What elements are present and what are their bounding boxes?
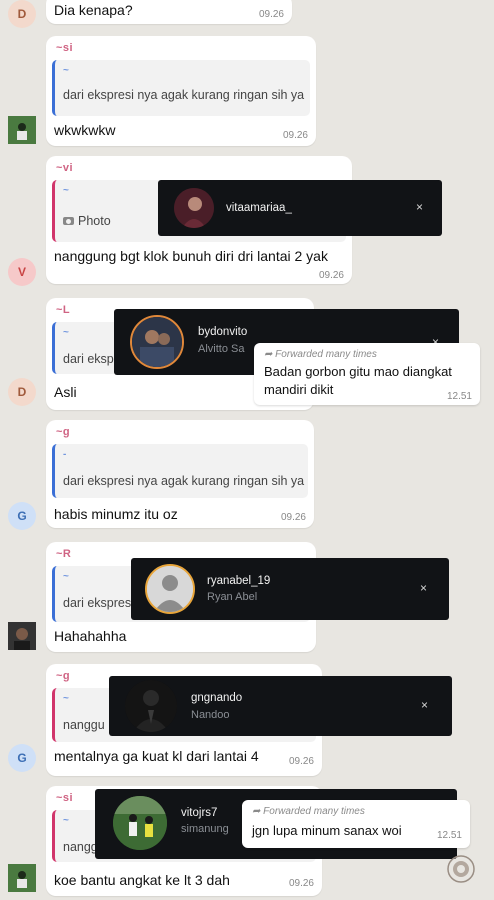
quoted-sender: ~ — [63, 185, 69, 196]
avatar[interactable] — [8, 864, 36, 892]
forward-label: Forwarded many times — [263, 806, 365, 817]
forward-arrow-icon: ➦ — [264, 349, 276, 360]
story-avatar[interactable] — [130, 315, 184, 369]
story-fullname: Ryan Abel — [207, 591, 258, 603]
message-time: 09.26 — [288, 756, 314, 767]
close-icon[interactable]: × — [421, 698, 428, 712]
forwarded-message[interactable]: ➦ Forwarded many times Badan gorbon gitu… — [254, 343, 480, 405]
avatar[interactable]: D — [8, 378, 36, 406]
story-fullname: Nandoo — [191, 709, 230, 721]
avatar[interactable]: G — [8, 744, 36, 772]
message-text: koe bantu angkat ke lt 3 dah — [54, 872, 230, 888]
avatar-photo-icon — [8, 622, 36, 650]
sender-name: ~R — [56, 548, 72, 560]
message-bubble[interactable]: ~si ~ dari ekspresi nya agak kurang ring… — [46, 36, 316, 146]
story-username[interactable]: bydonvito — [198, 326, 247, 338]
message-text: Hahahahha — [54, 628, 127, 644]
seal-icon — [447, 855, 475, 883]
message-time: 09.26 — [288, 878, 314, 889]
sender-name: ~L — [56, 304, 71, 316]
message-time: 09.26 — [318, 270, 344, 281]
avatar[interactable]: V — [8, 258, 36, 286]
story-avatar[interactable] — [145, 564, 195, 614]
quoted-text: dari ekspresi nya agak kurang ringan sih… — [63, 474, 305, 488]
forwarded-message[interactable]: ➦ Forwarded many times jgn lupa minum sa… — [242, 800, 470, 848]
quoted-sender: ~ — [63, 65, 69, 76]
forward-arrow-icon: ➦ — [252, 806, 264, 817]
avatar-photo-icon — [8, 864, 36, 892]
message-row: D Dia kenapa? 09.26 — [0, 0, 494, 32]
story-avatar[interactable] — [125, 680, 177, 732]
message-text: nanggung bgt klok bunuh diri dri lantai … — [54, 248, 328, 264]
default-avatar-icon — [147, 566, 193, 612]
avatar-photo-icon — [8, 116, 36, 144]
story-reply-card[interactable]: vitaamariaa_ × — [158, 180, 442, 236]
quoted-text: Photo — [78, 214, 111, 228]
quoted-text: dari ekspresi nya agak kurang ringan sih… — [63, 88, 305, 102]
avatar[interactable] — [8, 622, 36, 650]
message-row: ~si ~ dari ekspresi nya agak kurang ring… — [0, 36, 494, 150]
forward-time: 12.51 — [446, 391, 472, 402]
quoted-sender: ~ — [63, 815, 69, 826]
camera-icon — [63, 217, 74, 225]
story-avatar[interactable] — [174, 188, 214, 228]
profile-photo-icon — [132, 317, 182, 367]
watermark-emblem — [446, 854, 476, 884]
story-avatar[interactable] — [113, 796, 167, 850]
quoted-message[interactable]: - dari ekspresi nya agak kurang ringan s… — [52, 444, 308, 498]
story-reply-card[interactable]: ryanabel_19 Ryan Abel × — [131, 558, 449, 620]
story-fullname: Alvitto Sa — [198, 343, 245, 355]
quoted-text: dari eksp — [63, 352, 114, 366]
forward-label: Forwarded many times — [275, 349, 377, 360]
message-text: habis minumz itu oz — [54, 506, 178, 522]
quoted-sender: ~ — [63, 693, 69, 704]
quoted-sender: ~ — [63, 327, 69, 338]
sender-name: ~vi — [56, 162, 74, 174]
story-username[interactable]: vitaamariaa_ — [226, 202, 292, 214]
message-bubble[interactable]: Dia kenapa? 09.26 — [46, 0, 292, 24]
story-username[interactable]: gngnando — [191, 692, 242, 704]
story-username[interactable]: ryanabel_19 — [207, 575, 270, 587]
message-text: mentalnya ga kuat kl dari lantai 4 — [54, 748, 259, 764]
message-bubble[interactable]: ~g - dari ekspresi nya agak kurang ringa… — [46, 420, 314, 528]
forward-text: Badan gorbon gitu mao diangkat mandiri d… — [264, 364, 452, 397]
sender-name: ~g — [56, 426, 71, 438]
sender-name: ~si — [56, 792, 74, 804]
close-icon[interactable]: × — [416, 200, 423, 214]
quoted-text: nangg — [63, 840, 98, 854]
avatar[interactable]: G — [8, 502, 36, 530]
message-time: 09.26 — [282, 130, 308, 141]
sender-name: ~si — [56, 42, 74, 54]
message-text: Asli — [54, 384, 77, 400]
message-text: wkwkwkw — [54, 122, 116, 138]
avatar[interactable] — [8, 116, 36, 144]
quoted-text: dari ekspres — [63, 596, 132, 610]
message-time: 09.26 — [258, 9, 284, 20]
story-username[interactable]: vitojrs7 — [181, 807, 217, 819]
profile-photo-icon — [113, 796, 167, 850]
profile-photo-icon — [174, 188, 214, 228]
profile-photo-icon — [125, 680, 177, 732]
quoted-sender: - — [63, 449, 67, 460]
message-text: Dia kenapa? — [54, 2, 133, 18]
message-row: G ~g - dari ekspresi nya agak kurang rin… — [0, 420, 494, 532]
quoted-text: nanggu — [63, 718, 105, 732]
sender-name: ~g — [56, 670, 71, 682]
avatar[interactable]: D — [8, 0, 36, 28]
message-time: 09.26 — [280, 512, 306, 523]
story-fullname: simanung — [181, 823, 229, 835]
quoted-sender: ~ — [63, 571, 69, 582]
forward-text: jgn lupa minum sanax woi — [252, 823, 402, 838]
close-icon[interactable]: × — [420, 581, 427, 595]
forward-time: 12.51 — [436, 830, 462, 841]
quoted-message[interactable]: ~ dari ekspresi nya agak kurang ringan s… — [52, 60, 310, 116]
story-reply-card[interactable]: gngnando Nandoo × — [109, 676, 452, 736]
